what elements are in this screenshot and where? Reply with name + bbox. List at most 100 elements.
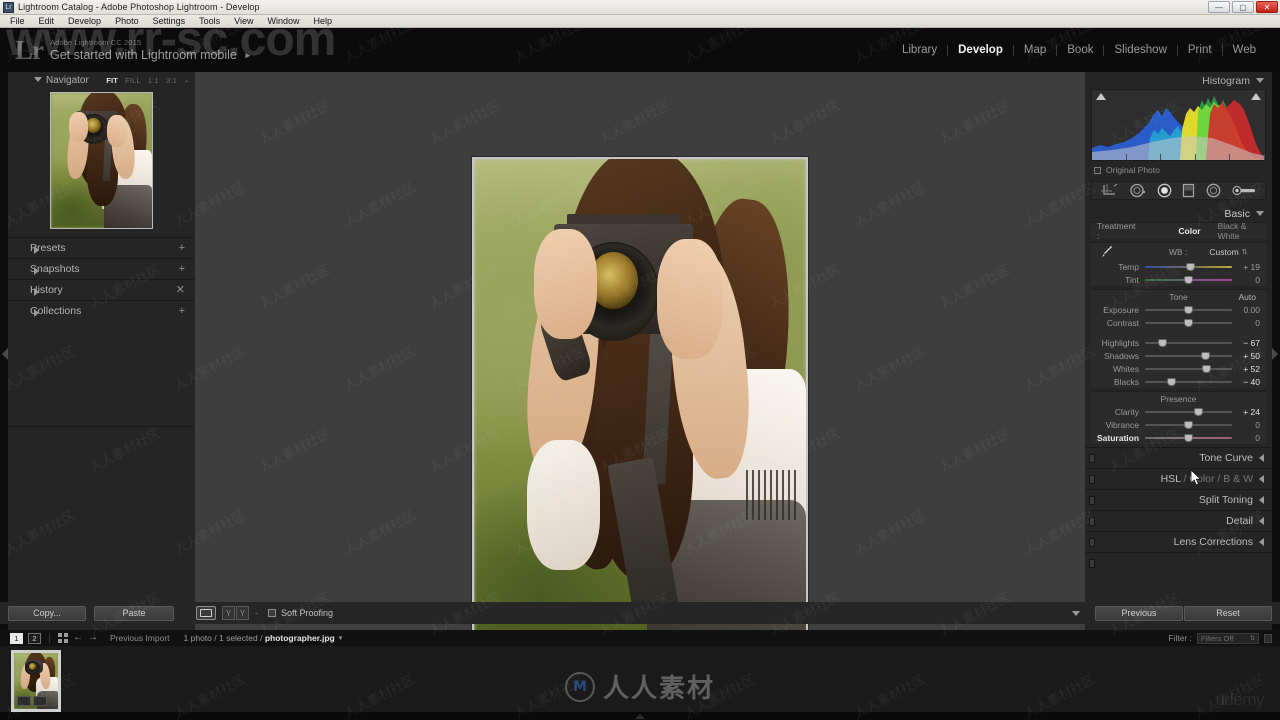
panel-hsl[interactable]: HSL / Color / B & W [1085,468,1272,489]
forward-arrow-icon[interactable]: → [88,633,98,643]
slider-knob[interactable] [1184,318,1193,327]
mobile-tagline[interactable]: Get started with Lightroom mobile ► [50,48,252,63]
zoom-fit[interactable]: FIT [106,76,118,85]
maximize-button[interactable]: ▢ [1232,1,1254,13]
slider-track[interactable] [1145,351,1232,361]
sidebar-item-snapshots[interactable]: Snapshots + [8,258,195,279]
loupe-view-icon[interactable] [196,606,216,620]
soft-proofing-toggle[interactable]: Soft Proofing [268,608,333,618]
collapse-right-panel-arrow[interactable] [1272,348,1278,360]
slider-vibrance[interactable]: Vibrance 0 [1091,418,1266,431]
wb-value[interactable]: Custom [1209,247,1238,257]
sidebar-item-history[interactable]: History ✕ [8,279,195,300]
slider-value[interactable]: + 52 [1232,364,1260,374]
panel-switch-icon[interactable] [1089,538,1095,547]
slider-track[interactable] [1145,262,1232,272]
wb-dropdown-icon[interactable]: ⇅ [1242,248,1248,256]
back-arrow-icon[interactable]: ← [73,633,83,643]
menu-settings[interactable]: Settings [146,15,193,28]
copy-button[interactable]: Copy... [8,605,86,621]
slider-knob[interactable] [1201,351,1211,360]
menu-file[interactable]: File [3,15,32,28]
previous-button[interactable]: Previous [1095,605,1183,621]
panel-split-toning[interactable]: Split Toning [1085,489,1272,510]
slider-value[interactable]: 0 [1232,420,1260,430]
slider-value[interactable]: + 24 [1232,407,1260,417]
panel-detail[interactable]: Detail [1085,510,1272,531]
sidebar-item-presets[interactable]: Presets + [8,237,195,258]
menu-edit[interactable]: Edit [32,15,62,28]
spot-removal-icon[interactable] [1129,183,1146,198]
treatment-color-option[interactable]: Color [1178,226,1200,236]
slider-track[interactable] [1145,407,1232,417]
original-photo-toggle[interactable]: Original Photo [1085,161,1272,179]
before-after-b-icon[interactable]: Y [236,606,249,620]
slider-temp[interactable]: Temp + 19 [1091,260,1266,273]
slider-knob[interactable] [1202,364,1212,373]
file-dropdown-icon[interactable]: ▾ [339,634,343,642]
module-library[interactable]: Library [892,44,947,56]
slider-knob[interactable] [1185,262,1195,271]
source-id-2[interactable]: 2 [28,632,41,644]
slider-value[interactable]: + 50 [1232,351,1260,361]
navigator-header[interactable]: Navigator FIT FILL 1:1 3:1 ⌄ [8,72,195,88]
slider-track[interactable] [1145,305,1232,315]
slider-track[interactable] [1145,433,1232,443]
menu-help[interactable]: Help [307,15,340,28]
menu-tools[interactable]: Tools [192,15,227,28]
grid-view-icon[interactable] [58,633,68,643]
filmstrip-thumbnail[interactable] [14,653,58,709]
slider-knob[interactable] [1184,420,1193,429]
menu-view[interactable]: View [227,15,260,28]
filter-select[interactable]: Filters Off ⇅ [1197,632,1259,644]
add-collection-icon[interactable]: + [179,306,185,317]
slider-shadows[interactable]: Shadows + 50 [1091,349,1266,362]
slider-knob[interactable] [1157,338,1167,347]
image-canvas[interactable] [195,72,1085,662]
panel-switch-icon[interactable] [1089,475,1095,484]
histogram-header[interactable]: Histogram [1085,72,1272,89]
panel-tone-curve[interactable]: Tone Curve [1085,447,1272,468]
slider-contrast[interactable]: Contrast 0 [1091,316,1266,329]
slider-value[interactable]: − 40 [1232,377,1260,387]
panel-switch-icon[interactable] [1089,517,1095,526]
slider-value[interactable]: − 67 [1232,338,1260,348]
zoom-dropdown-icon[interactable]: ⌄ [184,77,189,84]
close-button[interactable]: ✕ [1256,1,1278,13]
crop-badge-icon[interactable] [17,696,31,706]
slider-value[interactable]: 0.00 [1232,305,1260,315]
adjustment-brush-icon[interactable] [1232,184,1256,197]
slider-value[interactable]: 0 [1232,433,1260,443]
collapse-filmstrip-arrow[interactable] [635,714,645,719]
treatment-bw-option[interactable]: Black & White [1218,221,1260,241]
main-photo[interactable] [474,159,806,660]
menu-window[interactable]: Window [261,15,307,28]
slider-knob[interactable] [1184,275,1193,284]
checkbox-icon[interactable] [1094,166,1101,174]
navigator-preview[interactable] [50,92,153,229]
menu-photo[interactable]: Photo [108,15,146,28]
slider-blacks[interactable]: Blacks − 40 [1091,375,1266,388]
chevron-left-icon[interactable] [1259,454,1264,462]
develop-badge-icon[interactable] [33,696,47,706]
checkbox-icon[interactable] [268,609,276,617]
clear-history-icon[interactable]: ✕ [176,285,185,296]
source-label[interactable]: Previous Import [110,633,170,643]
minimize-button[interactable]: — [1208,1,1230,13]
slider-clarity[interactable]: Clarity + 24 [1091,405,1266,418]
before-after-a-icon[interactable]: Y [222,606,235,620]
slider-knob[interactable] [1184,305,1193,314]
auto-tone-button[interactable]: Auto [1239,292,1257,302]
chevron-left-icon[interactable] [1259,517,1264,525]
panel-lens-corrections[interactable]: Lens Corrections [1085,531,1272,552]
reset-button[interactable]: Reset [1184,605,1272,621]
slider-value[interactable]: 0 [1232,275,1260,285]
slider-value[interactable]: 0 [1232,318,1260,328]
module-book[interactable]: Book [1057,44,1103,56]
slider-knob[interactable] [1194,407,1204,416]
chevron-left-icon[interactable] [1259,496,1264,504]
module-slideshow[interactable]: Slideshow [1104,44,1176,56]
basic-panel-header[interactable]: Basic [1085,205,1272,222]
red-eye-icon[interactable] [1157,183,1172,198]
slider-track[interactable] [1145,377,1232,387]
